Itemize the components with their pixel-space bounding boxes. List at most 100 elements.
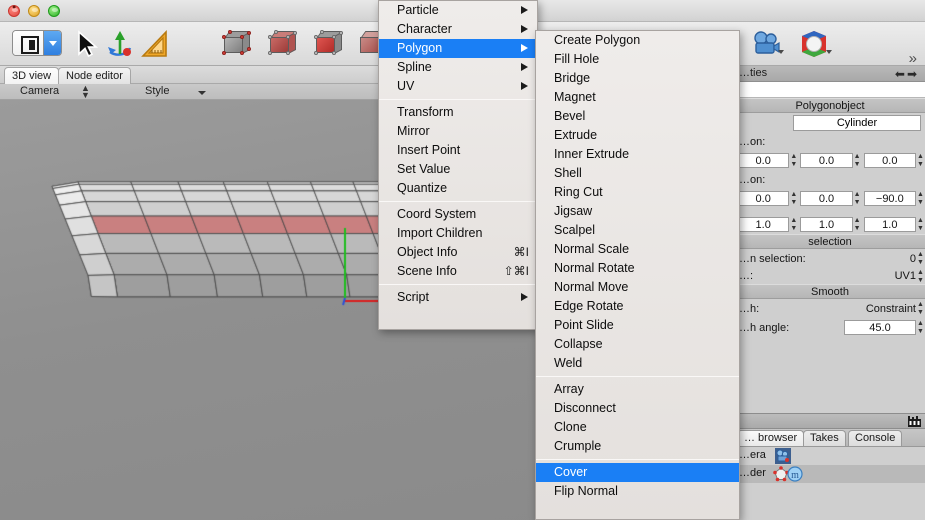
smooth-value[interactable]: Constraint <box>866 303 916 315</box>
position-z-stepper[interactable]: ▲ ▼ <box>916 153 925 168</box>
cursor-select-tool-icon[interactable] <box>70 28 102 60</box>
panel-nav-arrows[interactable]: ⬅➡ <box>895 67 919 81</box>
toolbar-overflow-button[interactable]: » <box>909 50 917 67</box>
camera-dropdown-caret-icon[interactable] <box>778 50 784 54</box>
polygon-selection-stepper[interactable]: ▲ ▼ <box>916 251 925 266</box>
polygon-mode-icon[interactable] <box>314 30 344 57</box>
rotation-b-stepper[interactable]: ▲ ▼ <box>916 191 925 206</box>
polygon-menu-item-shell[interactable]: Shell <box>536 164 739 183</box>
polygon-menu-item-fill-hole[interactable]: Fill Hole <box>536 50 739 69</box>
uv-stepper[interactable]: ▲ ▼ <box>916 269 925 284</box>
scale-y-field[interactable]: 1.0 <box>800 217 853 232</box>
rotation-p-stepper[interactable]: ▲ ▼ <box>853 191 862 206</box>
light-icon[interactable] <box>798 28 830 60</box>
menu-item-transform[interactable]: Transform <box>379 103 537 122</box>
maximize-window-button[interactable] <box>48 5 60 17</box>
tab-node-editor[interactable]: Node editor <box>58 67 131 84</box>
scale-y-stepper[interactable]: ▲ ▼ <box>853 217 862 232</box>
menu-item-import-children[interactable]: Import Children <box>379 224 537 243</box>
polygon-menu-item-clone[interactable]: Clone <box>536 418 739 437</box>
tab-console[interactable]: Console <box>848 430 903 446</box>
polygon-menu-item-magnet[interactable]: Magnet <box>536 88 739 107</box>
polygon-menu-item-bridge[interactable]: Bridge <box>536 69 739 88</box>
attributes-path-strip[interactable] <box>735 82 925 98</box>
viewport-style-menu[interactable]: Style <box>145 85 169 97</box>
viewport-camera-menu[interactable]: Camera <box>20 85 59 97</box>
camera-icon[interactable] <box>775 448 791 464</box>
object-manager-header <box>735 413 925 429</box>
polygon-menu-item-extrude[interactable]: Extrude <box>536 126 739 145</box>
position-x-stepper[interactable]: ▲ ▼ <box>789 153 798 168</box>
point-mode-icon[interactable] <box>222 30 252 57</box>
scale-z-stepper[interactable]: ▲ ▼ <box>916 217 925 232</box>
menu-item-character[interactable]: Character <box>379 20 537 39</box>
scale-x-field[interactable]: 1.0 <box>737 217 790 232</box>
smooth-angle-stepper[interactable]: ▲ ▼ <box>916 320 925 335</box>
menu-item-script[interactable]: Script <box>379 288 537 307</box>
position-y-stepper[interactable]: ▲ ▼ <box>853 153 862 168</box>
position-z-field[interactable]: 0.0 <box>863 153 916 168</box>
polygon-menu-item-normal-move[interactable]: Normal Move <box>536 278 739 297</box>
rotation-h-stepper[interactable]: ▲ ▼ <box>789 191 798 206</box>
polygon-menu-item-weld[interactable]: Weld <box>536 354 739 373</box>
polygon-menu-item-ring-cut[interactable]: Ring Cut <box>536 183 739 202</box>
polygon-menu-item-disconnect[interactable]: Disconnect <box>536 399 739 418</box>
menu-item-polygon[interactable]: Polygon <box>379 39 537 58</box>
style-chevron-down-icon[interactable] <box>198 91 206 95</box>
object-name-field[interactable]: Cylinder <box>793 115 921 131</box>
polygon-menu-item-edge-rotate[interactable]: Edge Rotate <box>536 297 739 316</box>
polygon-menu-item-bevel[interactable]: Bevel <box>536 107 739 126</box>
minimize-window-button[interactable] <box>28 5 40 17</box>
ruler-measure-tool-icon[interactable] <box>140 28 172 60</box>
polygon-menu-item-scalpel[interactable]: Scalpel <box>536 221 739 240</box>
tab-takes[interactable]: Takes <box>803 430 846 446</box>
timeline-icon[interactable] <box>908 416 921 427</box>
position-x-field[interactable]: 0.0 <box>737 153 790 168</box>
menu-item-quantize[interactable]: Quantize <box>379 179 537 198</box>
move-axis-tool-icon[interactable] <box>104 28 136 60</box>
menu-item-insert-point[interactable]: Insert Point <box>379 141 537 160</box>
rotation-b-field[interactable]: −90.0 <box>863 191 916 206</box>
position-y-field[interactable]: 0.0 <box>800 153 853 168</box>
rotation-h-field[interactable]: 0.0 <box>737 191 790 206</box>
menu-item-particle[interactable]: Particle <box>379 1 537 20</box>
layout-selector[interactable] <box>12 30 62 56</box>
polygon-menu-item-inner-extrude[interactable]: Inner Extrude <box>536 145 739 164</box>
camera-updown-icon[interactable]: ▲ ▼ <box>81 84 90 100</box>
scale-z-field[interactable]: 1.0 <box>863 217 916 232</box>
menu-item-uv[interactable]: UV <box>379 77 537 96</box>
polygon-menu-item-create-polygon[interactable]: Create Polygon <box>536 31 739 50</box>
smooth-angle-field[interactable]: 45.0 <box>844 320 916 335</box>
polygon-menu-item-jigsaw[interactable]: Jigsaw <box>536 202 739 221</box>
menu-item-mirror[interactable]: Mirror <box>379 122 537 141</box>
tab-3d-view[interactable]: 3D view <box>4 67 60 84</box>
menu-item-scene-info[interactable]: Scene Info ⇧⌘I <box>379 262 537 281</box>
polygon-menu-item-collapse[interactable]: Collapse <box>536 335 739 354</box>
rotation-p-field[interactable]: 0.0 <box>800 191 853 206</box>
smooth-stepper[interactable]: ▲ ▼ <box>916 301 925 316</box>
polygon-menu-item-normal-rotate[interactable]: Normal Rotate <box>536 259 739 278</box>
close-window-button[interactable] <box>8 4 20 17</box>
light-dropdown-caret-icon[interactable] <box>826 50 832 54</box>
main-context-menu[interactable]: Particle Character Polygon Spline UV Transfor… <box>378 0 538 330</box>
material-tag-icon[interactable]: m <box>787 466 803 482</box>
polygon-menu-item-crumple[interactable]: Crumple <box>536 437 739 456</box>
polygon-submenu[interactable]: Create Polygon Fill Hole Bridge Magnet Bevel… <box>535 30 740 520</box>
edge-mode-icon[interactable] <box>268 30 298 57</box>
scale-x-stepper[interactable]: ▲ ▼ <box>789 217 798 232</box>
polygon-menu-item-cover[interactable]: Cover <box>536 463 739 482</box>
menu-item-object-info[interactable]: Object Info ⌘I <box>379 243 537 262</box>
tab-browser[interactable]: … browser <box>737 430 805 446</box>
menu-item-coord-system[interactable]: Coord System <box>379 205 537 224</box>
camera-icon[interactable] <box>750 28 782 60</box>
object-row-cylinder[interactable]: …der m <box>735 465 925 483</box>
polygon-menu-item-flip-normal[interactable]: Flip Normal <box>536 482 739 501</box>
chevron-down-icon[interactable] <box>43 31 61 55</box>
polygon-menu-item-point-slide[interactable]: Point Slide <box>536 316 739 335</box>
menu-item-spline[interactable]: Spline <box>379 58 537 77</box>
menu-item-set-value[interactable]: Set Value <box>379 160 537 179</box>
polygon-menu-item-array[interactable]: Array <box>536 380 739 399</box>
menu-item-label: Crumple <box>554 439 602 453</box>
object-row-camera[interactable]: …era <box>735 447 925 465</box>
polygon-menu-item-normal-scale[interactable]: Normal Scale <box>536 240 739 259</box>
